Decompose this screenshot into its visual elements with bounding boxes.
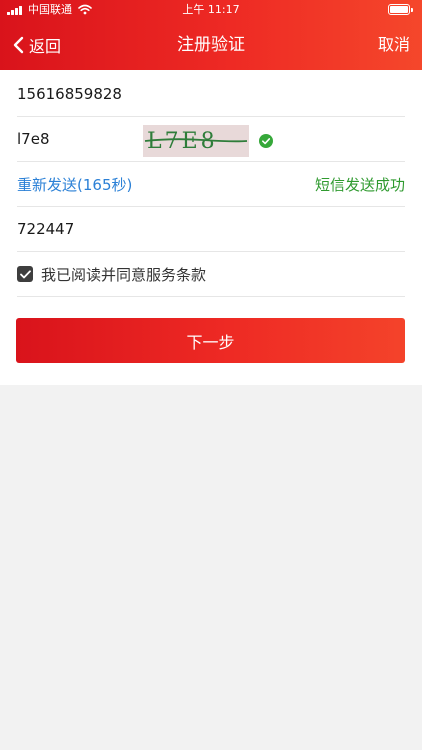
sms-row: 重新发送(165秒) 短信发送成功 — [17, 162, 405, 207]
header: 中国联通 上午 11:17 返回 注册验证 取消 — [0, 0, 422, 70]
check-circle-icon — [259, 134, 273, 148]
captcha-image[interactable]: L7E8 — [143, 125, 249, 157]
captcha-input[interactable]: l7e8 — [17, 130, 49, 148]
checkmark-icon — [19, 269, 31, 278]
phone-value: 15616859828 — [17, 85, 122, 103]
captcha-row: l7e8 L7E8 — [17, 117, 405, 162]
phone-field[interactable]: 15616859828 — [17, 72, 405, 117]
sms-status: 短信发送成功 — [314, 175, 405, 194]
form-card: 15616859828 l7e8 L7E8 重新发送(165秒) 短信发送成功 … — [0, 70, 422, 385]
svg-text:L7E8: L7E8 — [147, 129, 218, 154]
agree-label[interactable]: 我已阅读并同意服务条款 — [41, 264, 206, 285]
agree-row: 我已阅读并同意服务条款 — [17, 252, 405, 297]
next-button[interactable]: 下一步 — [16, 318, 405, 363]
battery-icon — [388, 4, 413, 15]
sms-code-value: 722447 — [17, 220, 75, 238]
status-time: 上午 11:17 — [182, 3, 240, 16]
agree-checkbox[interactable] — [17, 266, 33, 282]
sms-code-field[interactable]: 722447 — [17, 207, 405, 252]
page-title: 注册验证 — [177, 35, 245, 55]
cancel-button[interactable]: 取消 — [378, 33, 410, 57]
status-bar: 中国联通 上午 11:17 — [0, 0, 422, 20]
resend-button[interactable]: 重新发送(165秒) — [17, 174, 132, 195]
